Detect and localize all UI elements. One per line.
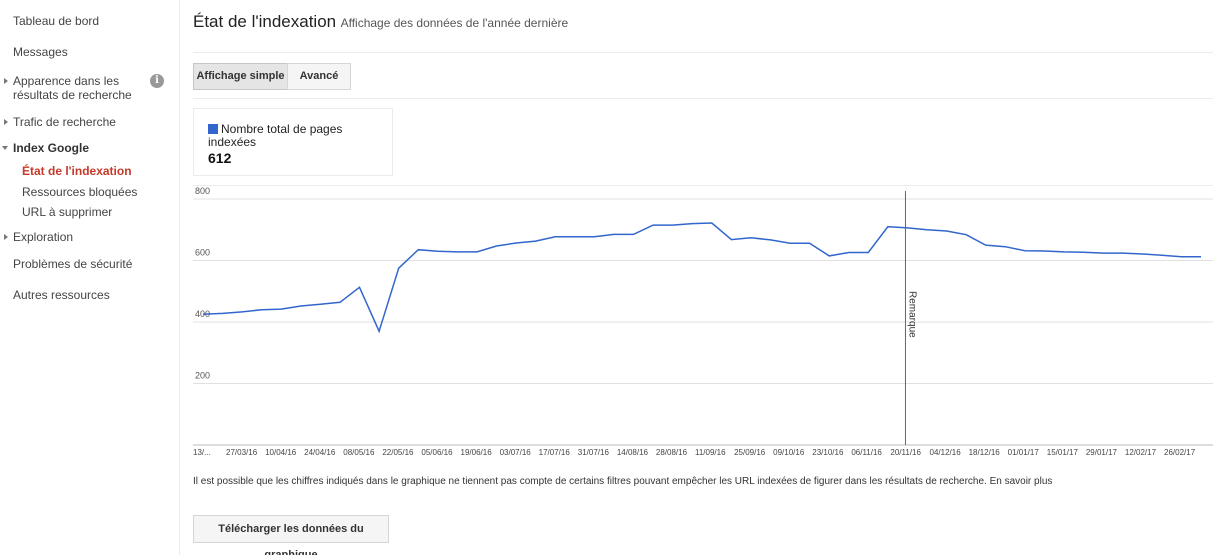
annotation-label: Remarque bbox=[906, 291, 917, 338]
collapse-arrow-icon bbox=[2, 146, 8, 150]
download-chart-data-button[interactable]: Télécharger les données du graphique bbox=[193, 515, 389, 555]
learn-more-link[interactable]: En savoir plus bbox=[990, 476, 1053, 487]
series-line-indexed-pages bbox=[202, 222, 1201, 334]
x-tick-label: 20/11/16 bbox=[890, 448, 921, 457]
x-tick-label: 11/09/16 bbox=[695, 448, 726, 457]
divider bbox=[193, 52, 1213, 53]
sidebar-item-label: Apparence dans les résultats de recherch… bbox=[13, 74, 132, 102]
index-status-chart: 200400600800 Remarque 13/... 27/03/16 10/0… bbox=[193, 185, 1213, 457]
sidebar-item-search-appearance[interactable]: Apparence dans les résultats de recherch… bbox=[4, 74, 143, 102]
x-tick-label: 08/05/16 bbox=[343, 448, 375, 457]
sidebar-item-search-traffic[interactable]: Trafic de recherche bbox=[4, 115, 116, 129]
x-tick-label: 17/07/16 bbox=[539, 448, 571, 457]
sidebar-item-crawl[interactable]: Exploration bbox=[4, 230, 74, 244]
sidebar-subitem-blocked-resources[interactable]: Ressources bloquées bbox=[22, 185, 137, 199]
x-tick-label: 26/02/17 bbox=[1164, 448, 1196, 457]
simple-view-button[interactable]: Affichage simple bbox=[193, 63, 288, 90]
x-tick-label: 31/07/16 bbox=[578, 448, 610, 457]
sidebar-subitem-remove-urls[interactable]: URL à supprimer bbox=[22, 205, 112, 219]
page-title: État de l'indexation bbox=[193, 12, 337, 31]
x-tick-label: 24/04/16 bbox=[304, 448, 336, 457]
sidebar-subitem-index-status[interactable]: État de l'indexation bbox=[22, 164, 132, 178]
x-tick-label: 28/08/16 bbox=[656, 448, 688, 457]
sidebar-item-messages[interactable]: Messages bbox=[13, 45, 68, 59]
main-content: État de l'indexation Affichage des donné… bbox=[193, 0, 1213, 555]
y-tick-label: 600 bbox=[195, 248, 210, 258]
x-tick-label: 12/02/17 bbox=[1125, 448, 1157, 457]
sidebar: Tableau de bord Messages Apparence dans … bbox=[0, 0, 180, 555]
sidebar-item-security-issues[interactable]: Problèmes de sécurité bbox=[13, 257, 132, 271]
sidebar-item-label: Trafic de recherche bbox=[13, 115, 116, 129]
expand-arrow-icon bbox=[4, 234, 8, 240]
x-tick-label: 15/01/17 bbox=[1047, 448, 1079, 457]
y-tick-label: 800 bbox=[195, 186, 210, 196]
expand-arrow-icon bbox=[4, 119, 8, 125]
info-icon[interactable]: i bbox=[150, 74, 164, 88]
advanced-view-button[interactable]: Avancé bbox=[287, 63, 351, 90]
x-tick-label: 03/07/16 bbox=[500, 448, 532, 457]
sidebar-item-other-resources[interactable]: Autres ressources bbox=[13, 288, 110, 302]
sidebar-item-label: Index Google bbox=[13, 141, 90, 155]
x-tick-label: 06/11/16 bbox=[851, 448, 882, 457]
x-tick-label: 23/10/16 bbox=[812, 448, 844, 457]
x-tick-label: 04/12/16 bbox=[930, 448, 962, 457]
sidebar-item-dashboard[interactable]: Tableau de bord bbox=[13, 14, 99, 28]
x-tick-label: 10/04/16 bbox=[265, 448, 297, 457]
x-tick-label: 18/12/16 bbox=[969, 448, 1001, 457]
page-header: État de l'indexation Affichage des donné… bbox=[193, 12, 568, 32]
x-tick-label: 22/05/16 bbox=[382, 448, 414, 457]
disclaimer-text: Il est possible que les chiffres indiqué… bbox=[193, 476, 987, 487]
expand-arrow-icon bbox=[4, 78, 8, 84]
legend-box: Nombre total de pages indexées 612 bbox=[193, 108, 393, 176]
x-tick-label: 13/... bbox=[193, 448, 211, 457]
sidebar-item-label: Exploration bbox=[13, 230, 74, 244]
x-tick-label: 19/06/16 bbox=[461, 448, 493, 457]
x-tick-label: 27/03/16 bbox=[226, 448, 258, 457]
x-tick-label: 05/06/16 bbox=[421, 448, 453, 457]
x-tick-label: 25/09/16 bbox=[734, 448, 766, 457]
sidebar-item-google-index[interactable]: Index Google bbox=[2, 141, 90, 155]
x-tick-label: 29/01/17 bbox=[1086, 448, 1118, 457]
y-tick-label: 200 bbox=[195, 371, 210, 381]
x-tick-label: 14/08/16 bbox=[617, 448, 649, 457]
legend-label: Nombre total de pages indexées bbox=[208, 122, 343, 149]
divider bbox=[193, 98, 1213, 99]
page-subtitle: Affichage des données de l'année dernièr… bbox=[340, 16, 569, 30]
x-tick-label: 01/01/17 bbox=[1008, 448, 1040, 457]
chart-disclaimer: Il est possible que les chiffres indiqué… bbox=[193, 476, 1052, 487]
legend-value: 612 bbox=[208, 150, 232, 166]
x-tick-label: 09/10/16 bbox=[773, 448, 805, 457]
